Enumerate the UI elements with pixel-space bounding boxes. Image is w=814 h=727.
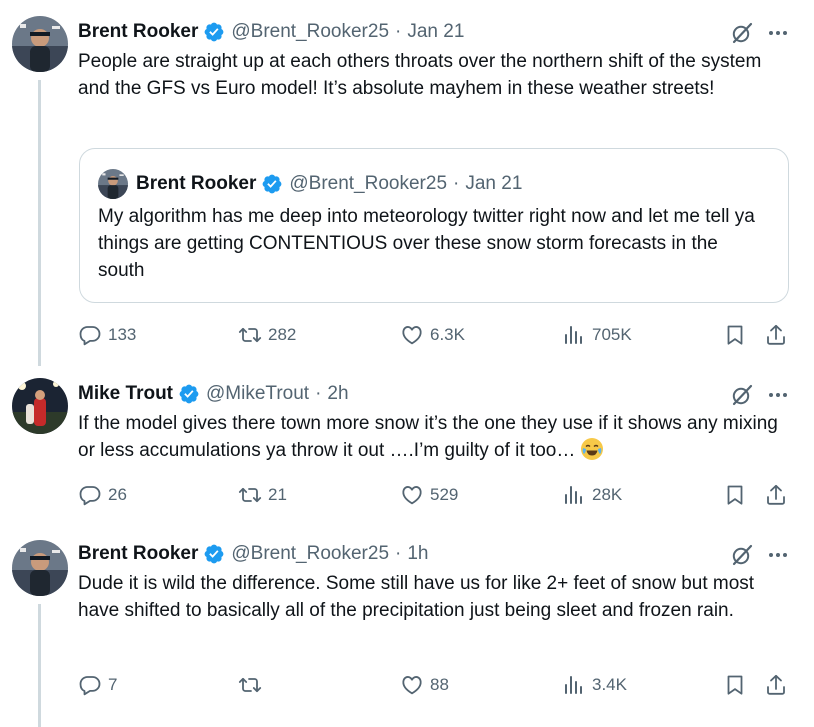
grok-icon[interactable] — [730, 543, 754, 567]
reply-count: 26 — [108, 485, 127, 504]
views-count: 3.4K — [592, 675, 627, 694]
reply-icon — [78, 323, 102, 347]
tweet-text: Dude it is wild the difference. Some sti… — [78, 573, 755, 621]
face-with-tears-of-joy-icon — [580, 438, 603, 460]
quoted-tweet[interactable]: Brent Rooker @Brent_Rooker25 · Jan 21 My… — [79, 148, 789, 303]
author-handle[interactable]: @Brent_Rooker25 — [231, 543, 389, 565]
views-button[interactable]: 28K — [562, 480, 622, 510]
grok-icon[interactable] — [730, 21, 754, 45]
repost-icon — [238, 673, 262, 697]
tweet-text: If the model gives there town more snow … — [78, 410, 788, 464]
like-button[interactable]: 88 — [400, 670, 449, 700]
like-icon — [400, 323, 424, 347]
tweet-header: Brent Rooker @Brent_Rooker25 · Jan 21 — [78, 18, 464, 46]
separator: · — [453, 173, 460, 194]
author-name[interactable]: Mike Trout — [78, 383, 173, 405]
verified-badge-icon — [203, 543, 225, 565]
action-bar: 133 282 6.3K 705K — [78, 320, 794, 350]
timestamp[interactable]: Jan 21 — [407, 21, 464, 43]
like-count: 88 — [430, 675, 449, 694]
thread-line — [38, 80, 41, 366]
share-button[interactable] — [764, 320, 794, 350]
share-icon — [764, 483, 788, 507]
more-icon[interactable] — [765, 543, 791, 567]
views-icon — [562, 323, 586, 347]
verified-badge-icon — [261, 173, 283, 195]
bookmark-icon — [723, 323, 747, 347]
author-handle[interactable]: @MikeTrout — [206, 383, 309, 405]
repost-button[interactable]: 21 — [238, 480, 287, 510]
reply-icon — [78, 673, 102, 697]
repost-icon — [238, 483, 262, 507]
share-icon — [764, 323, 788, 347]
tweet-text: People are straight up at each others th… — [78, 51, 762, 99]
repost-icon — [238, 323, 262, 347]
tweet-header: Brent Rooker @Brent_Rooker25 · 1h — [78, 540, 428, 568]
reply-count: 133 — [108, 325, 137, 344]
reply-count: 7 — [108, 675, 118, 694]
verified-badge-icon — [203, 21, 225, 43]
author-handle[interactable]: @Brent_Rooker25 — [231, 21, 389, 43]
views-button[interactable]: 705K — [562, 320, 632, 350]
separator: · — [395, 21, 402, 42]
timestamp[interactable]: 2h — [327, 383, 348, 405]
author-name[interactable]: Brent Rooker — [78, 21, 198, 43]
like-button[interactable]: 529 — [400, 480, 458, 510]
quoted-header: Brent Rooker @Brent_Rooker25 · Jan 21 — [136, 169, 522, 199]
avatar[interactable] — [12, 540, 68, 596]
bookmark-icon — [723, 483, 747, 507]
thread-line — [38, 604, 41, 727]
more-icon[interactable] — [765, 21, 791, 45]
like-count: 6.3K — [430, 325, 465, 344]
avatar[interactable] — [12, 16, 68, 72]
repost-button[interactable]: 282 — [238, 320, 296, 350]
like-count: 529 — [430, 485, 459, 504]
views-count: 705K — [592, 325, 632, 344]
tweet-text-body: If the model gives there town more snow … — [78, 413, 778, 461]
verified-badge-icon — [178, 383, 200, 405]
bookmark-button[interactable] — [723, 480, 753, 510]
views-button[interactable]: 3.4K — [562, 670, 627, 700]
quoted-avatar — [98, 169, 128, 199]
bookmark-button[interactable] — [723, 320, 753, 350]
quoted-timestamp: Jan 21 — [465, 173, 523, 194]
tweet-header: Mike Trout @MikeTrout · 2h — [78, 380, 349, 408]
separator: · — [315, 383, 322, 404]
repost-count: 21 — [268, 485, 287, 504]
like-icon — [400, 673, 424, 697]
quoted-author-handle: @Brent_Rooker25 — [289, 173, 448, 194]
grok-icon[interactable] — [730, 383, 754, 407]
reply-button[interactable]: 133 — [78, 320, 136, 350]
quoted-author-name: Brent Rooker — [136, 173, 257, 194]
author-name[interactable]: Brent Rooker — [78, 543, 198, 565]
reply-button[interactable]: 7 — [78, 670, 117, 700]
bookmark-button[interactable] — [723, 670, 753, 700]
reply-button[interactable]: 26 — [78, 480, 127, 510]
repost-button[interactable] — [238, 670, 268, 700]
avatar[interactable] — [12, 378, 68, 434]
share-button[interactable] — [764, 480, 794, 510]
like-icon — [400, 483, 424, 507]
repost-count: 282 — [268, 325, 297, 344]
bookmark-icon — [723, 673, 747, 697]
action-bar: 7 88 3.4K — [78, 670, 794, 700]
more-icon[interactable] — [765, 383, 791, 407]
timestamp[interactable]: 1h — [407, 543, 428, 565]
views-icon — [562, 673, 586, 697]
reply-icon — [78, 483, 102, 507]
like-button[interactable]: 6.3K — [400, 320, 465, 350]
views-icon — [562, 483, 586, 507]
share-button[interactable] — [764, 670, 794, 700]
quoted-text: My algorithm has me deep into meteorolog… — [98, 206, 755, 281]
share-icon — [764, 673, 788, 697]
action-bar: 26 21 529 28K — [78, 480, 794, 510]
views-count: 28K — [592, 485, 623, 504]
separator: · — [395, 543, 402, 564]
